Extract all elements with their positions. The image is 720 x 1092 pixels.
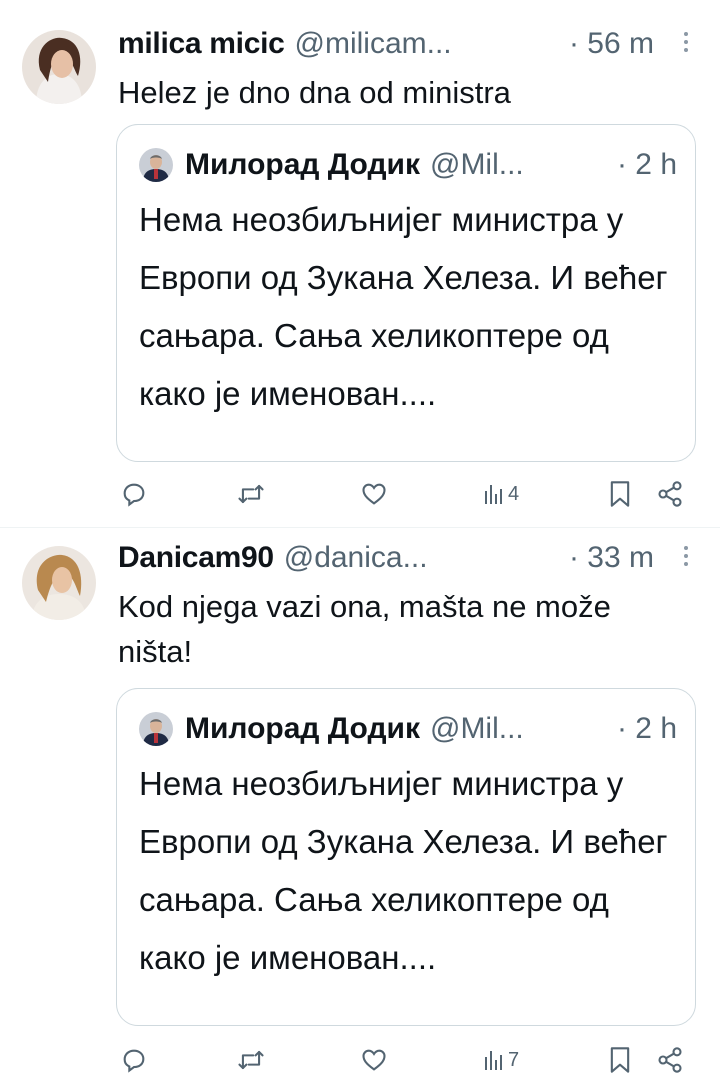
reply-button[interactable] xyxy=(120,474,148,514)
bookmark-button[interactable] xyxy=(608,474,632,514)
share-button[interactable] xyxy=(656,474,684,514)
tweet[interactable]: milica micic @milicam... · 56 m Helez je… xyxy=(0,0,720,526)
more-dots-icon[interactable] xyxy=(682,542,690,572)
avatar[interactable] xyxy=(22,30,96,104)
bookmark-icon xyxy=(610,1047,630,1073)
quoted-avatar xyxy=(139,148,173,182)
avatar[interactable] xyxy=(22,546,96,620)
author-handle[interactable]: @danica... xyxy=(284,541,428,575)
timestamp[interactable]: · 56 m xyxy=(569,27,654,61)
like-button[interactable] xyxy=(360,1040,388,1080)
views-button[interactable]: 7 xyxy=(484,1040,519,1080)
bookmark-button[interactable] xyxy=(608,1040,632,1080)
tweet-text: Helez je dno dna od ministra xyxy=(118,75,511,110)
quoted-text: Нема неозбиљнијег министра у Европи од З… xyxy=(139,201,668,412)
quoted-author-handle: @Mil... xyxy=(429,148,524,181)
tweet-text: Kod njega vazi ona, mašta ne može ništa! xyxy=(118,589,611,669)
retweet-icon xyxy=(238,1050,264,1070)
views-button[interactable]: 4 xyxy=(484,474,519,514)
quoted-tweet[interactable]: Милорад Додик @Mil... · 2 h Нема неозбиљ… xyxy=(116,688,696,1026)
heart-icon xyxy=(362,1049,386,1071)
reply-button[interactable] xyxy=(120,1040,148,1080)
bookmark-icon xyxy=(610,481,630,507)
quoted-author-name: Милорад Додик xyxy=(185,712,420,745)
views-chart-icon xyxy=(485,1051,502,1070)
author-name[interactable]: milica micic xyxy=(118,27,285,61)
retweet-button[interactable] xyxy=(236,474,266,514)
quoted-text: Нема неозбиљнијег министра у Европи од З… xyxy=(139,765,668,976)
quoted-author-name: Милорад Додик xyxy=(185,148,420,181)
quoted-timestamp: · 2 h xyxy=(616,712,677,745)
quoted-tweet[interactable]: Милорад Додик @Mil... · 2 h Нема неозбиљ… xyxy=(116,124,696,462)
quoted-author-handle: @Mil... xyxy=(429,712,524,745)
quoted-avatar xyxy=(139,712,173,746)
views-count: 4 xyxy=(508,482,520,505)
views-count: 7 xyxy=(508,1048,520,1071)
action-bar: 4 xyxy=(118,474,700,514)
share-icon xyxy=(658,1047,682,1073)
share-icon xyxy=(658,481,682,507)
share-button[interactable] xyxy=(656,1040,684,1080)
retweet-icon xyxy=(238,484,264,504)
heart-icon xyxy=(362,483,386,505)
retweet-button[interactable] xyxy=(236,1040,266,1080)
quoted-timestamp: · 2 h xyxy=(616,148,677,181)
action-bar: 7 xyxy=(118,1040,700,1080)
timestamp[interactable]: · 33 m xyxy=(569,541,654,575)
views-chart-icon xyxy=(485,485,502,504)
like-button[interactable] xyxy=(360,474,388,514)
reply-icon xyxy=(123,1049,145,1073)
tweet[interactable]: Danicam90 @danica... · 33 m Kod njega va… xyxy=(0,528,720,1092)
reply-icon xyxy=(123,483,145,507)
more-dots-icon[interactable] xyxy=(682,28,690,58)
author-name[interactable]: Danicam90 xyxy=(118,541,274,575)
author-handle[interactable]: @milicam... xyxy=(295,27,452,61)
